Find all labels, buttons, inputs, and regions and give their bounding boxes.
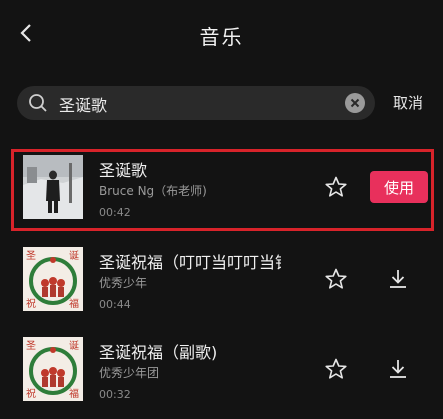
star-icon[interactable]	[324, 175, 348, 199]
page-title: 音乐	[199, 25, 244, 49]
svg-text:诞: 诞	[69, 339, 79, 352]
cancel-button[interactable]: 取消	[393, 92, 423, 113]
song-duration: 00:32	[99, 388, 131, 401]
song-duration: 00:44	[99, 298, 131, 311]
song-title: 圣诞歌	[99, 161, 148, 180]
song-title: 圣诞祝福（副歌)	[99, 343, 218, 362]
star-icon[interactable]	[324, 357, 348, 381]
song-title: 圣诞祝福（叮叮当叮叮当铃	[99, 253, 281, 272]
download-icon[interactable]	[386, 357, 410, 381]
album-cover: 圣 诞 祝 福	[23, 247, 83, 311]
search-icon	[29, 94, 47, 112]
svg-text:诞: 诞	[69, 249, 79, 262]
star-icon[interactable]	[324, 267, 348, 291]
list-item[interactable]: 圣 诞 祝 福 圣诞祝福（副歌) 优秀少年团 00:32	[0, 329, 443, 419]
song-artist: 优秀少年团	[99, 366, 160, 380]
header: 音乐	[0, 0, 443, 70]
svg-text:福: 福	[69, 297, 79, 310]
svg-text:祝: 祝	[26, 387, 36, 400]
svg-text:祝: 祝	[26, 297, 36, 310]
list-item[interactable]: 圣 诞 祝 福 圣诞祝福（叮叮当叮叮当铃 优秀少年 00:44	[0, 239, 443, 329]
search-bar[interactable]: 圣诞歌	[17, 86, 375, 120]
song-duration: 00:42	[99, 206, 131, 219]
album-cover	[23, 155, 83, 219]
svg-text:圣: 圣	[26, 340, 36, 352]
list-item[interactable]: 圣诞歌 Bruce Ng（布老师) 00:42 使用	[0, 147, 443, 237]
search-input[interactable]: 圣诞歌	[59, 92, 107, 116]
song-artist: 优秀少年	[99, 276, 148, 290]
clear-icon[interactable]	[345, 93, 365, 113]
album-cover: 圣 诞 祝 福	[23, 337, 83, 401]
svg-text:福: 福	[69, 387, 79, 400]
use-button[interactable]: 使用	[370, 171, 428, 203]
svg-text:圣: 圣	[26, 250, 36, 262]
download-icon[interactable]	[386, 267, 410, 291]
song-artist: Bruce Ng（布老师)	[99, 184, 207, 198]
